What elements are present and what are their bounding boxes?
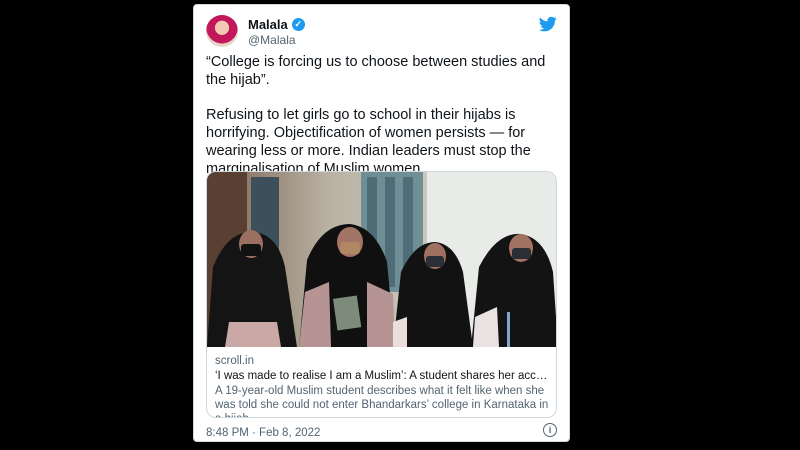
author-display-name[interactable]: Malala [248, 17, 288, 32]
verified-badge-icon: ✓ [291, 18, 305, 31]
tweet-header: Malala ✓ @Malala [206, 15, 557, 49]
tweet-card[interactable]: Malala ✓ @Malala “College is forcing us … [193, 4, 570, 442]
twitter-bird-icon[interactable] [539, 15, 557, 33]
avatar[interactable] [206, 15, 238, 47]
tweet-paragraph-quote: “College is forcing us to choose between… [206, 54, 546, 88]
link-preview-card[interactable]: scroll.in ‘I was made to realise I am a … [206, 171, 557, 418]
author-handle[interactable]: @Malala [248, 33, 296, 47]
link-title[interactable]: ‘I was made to realise I am a Muslim’: A… [215, 369, 550, 384]
link-preview-meta: scroll.in ‘I was made to realise I am a … [215, 354, 550, 417]
link-description: A 19-year-old Muslim student describes w… [215, 385, 549, 417]
tweet-footer: 8:48 PM · Feb 8, 2022 i [206, 423, 557, 439]
author-name-row: Malala ✓ [248, 17, 305, 32]
tweet-paragraph-body: Refusing to let girls go to school in th… [206, 107, 531, 177]
link-domain: scroll.in [215, 355, 254, 367]
info-icon[interactable]: i [543, 423, 557, 437]
tweet-timestamp[interactable]: 8:48 PM · Feb 8, 2022 [206, 427, 320, 439]
link-preview-image[interactable] [207, 172, 557, 347]
